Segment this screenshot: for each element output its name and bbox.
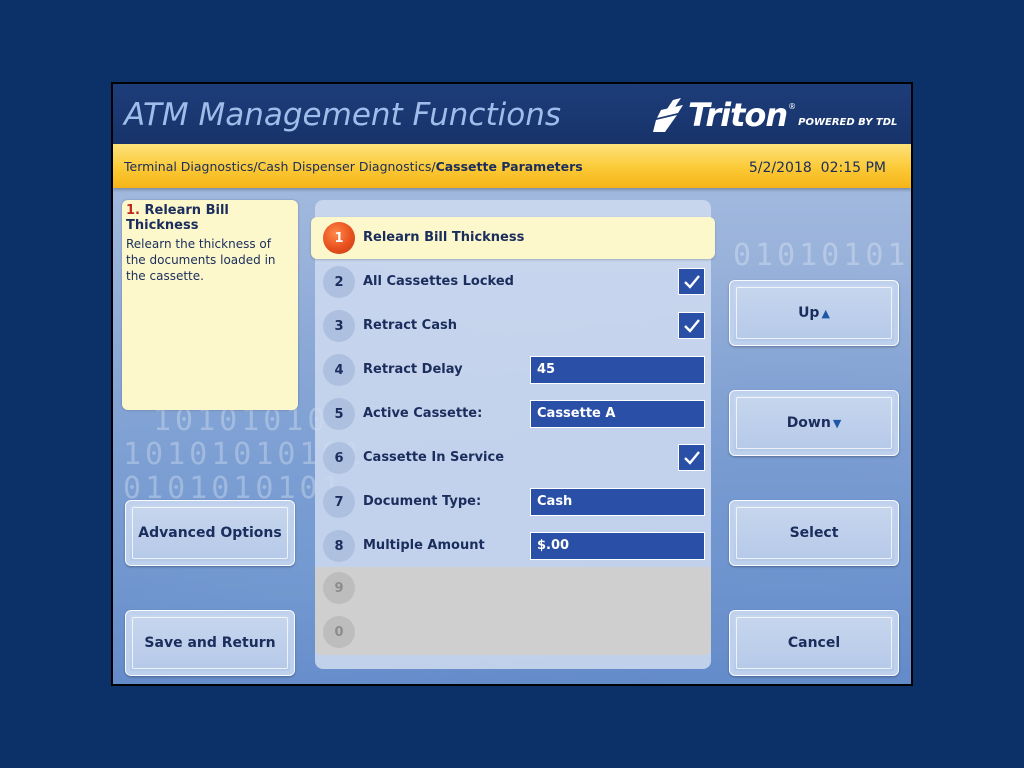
menu-item-all-cassettes-locked[interactable]: 2 All Cassettes Locked	[315, 260, 711, 304]
advanced-options-label: Advanced Options	[138, 525, 282, 541]
document-type-field[interactable]: Cash	[530, 488, 705, 516]
menu-item-number: 8	[323, 530, 355, 562]
down-arrow-icon: ▼	[832, 416, 842, 430]
menu-item-label: Document Type:	[363, 494, 482, 509]
help-title-text: Relearn Bill Thickness	[126, 203, 229, 233]
retract-delay-field[interactable]: 45	[530, 356, 705, 384]
breadcrumb: Terminal Diagnostics/Cash Dispenser Diag…	[124, 159, 583, 174]
disabled-rows-area: 9 0	[315, 567, 711, 655]
date-time: 5/2/2018 02:15 PM	[748, 160, 886, 176]
menu-item-number-disabled: 9	[323, 572, 355, 604]
up-button[interactable]: Up ▲	[729, 280, 899, 346]
breadcrumb-bar: Terminal Diagnostics/Cash Dispenser Diag…	[113, 144, 911, 188]
logo-powered-by: POWERED BY TDL	[798, 117, 898, 128]
logo-text: Triton	[688, 96, 788, 134]
atm-screen: 10101010 10101010101 0101010101 01010101…	[113, 84, 911, 684]
select-label: Select	[789, 525, 839, 541]
background-binary-pattern: 0101010101	[733, 238, 911, 273]
up-arrow-icon: ▲	[821, 306, 830, 320]
cancel-button[interactable]: Cancel	[729, 610, 899, 676]
down-label: Down	[786, 415, 831, 431]
title-bar: ATM Management Functions Triton ® POWERE…	[113, 84, 911, 144]
menu-item-number: 1	[323, 222, 355, 254]
menu-item-number: 3	[323, 310, 355, 342]
menu-item-number: 6	[323, 442, 355, 474]
menu-item-label: All Cassettes Locked	[363, 274, 514, 289]
save-and-return-button[interactable]: Save and Return	[125, 610, 295, 676]
retract-cash-checkbox[interactable]	[678, 312, 705, 339]
menu-item-number: 2	[323, 266, 355, 298]
menu-item-label: Relearn Bill Thickness	[363, 230, 525, 245]
triton-logo-icon	[653, 98, 683, 132]
help-description: Relearn the thickness of the documents l…	[126, 237, 276, 283]
menu-item-label: Retract Cash	[363, 318, 457, 333]
up-label: Up	[798, 305, 820, 321]
cancel-label: Cancel	[787, 635, 841, 651]
menu-item-retract-delay[interactable]: 4 Retract Delay 45	[315, 348, 711, 392]
all-cassettes-locked-checkbox[interactable]	[678, 268, 705, 295]
logo-registered-mark: ®	[788, 102, 797, 111]
menu-item-number: 5	[323, 398, 355, 430]
help-number: 1.	[126, 203, 140, 218]
menu-item-retract-cash[interactable]: 3 Retract Cash	[315, 304, 711, 348]
save-and-return-label: Save and Return	[144, 635, 276, 651]
menu-item-label: Retract Delay	[363, 362, 463, 377]
menu-item-label: Cassette In Service	[363, 450, 505, 465]
page-title: ATM Management Functions	[124, 97, 561, 133]
multiple-amount-field[interactable]: $.00	[530, 532, 705, 560]
menu-item-cassette-in-service[interactable]: 6 Cassette In Service	[315, 436, 711, 480]
select-button[interactable]: Select	[729, 500, 899, 566]
cassette-in-service-checkbox[interactable]	[678, 444, 705, 471]
checkmark-icon	[683, 450, 700, 465]
checkmark-icon	[683, 318, 700, 333]
help-box: 1. Relearn Bill Thickness Relearn the th…	[122, 200, 298, 410]
menu-item-relearn-bill-thickness[interactable]: 1 Relearn Bill Thickness	[311, 217, 715, 259]
menu-item-number-disabled: 0	[323, 616, 355, 648]
advanced-options-button[interactable]: Advanced Options	[125, 500, 295, 566]
menu-item-active-cassette[interactable]: 5 Active Cassette: Cassette A	[315, 392, 711, 436]
menu-item-number: 4	[323, 354, 355, 386]
checkmark-icon	[683, 274, 700, 289]
triton-logo: Triton ® POWERED BY TDL	[653, 96, 897, 132]
menu-item-multiple-amount[interactable]: 8 Multiple Amount $.00	[315, 524, 711, 568]
breadcrumb-current: Cassette Parameters	[435, 159, 583, 174]
down-button[interactable]: Down ▼	[729, 390, 899, 456]
menu-item-label: Multiple Amount	[363, 538, 485, 553]
menu-item-document-type[interactable]: 7 Document Type: Cash	[315, 480, 711, 524]
menu-item-number: 7	[323, 486, 355, 518]
breadcrumb-path: Terminal Diagnostics/Cash Dispenser Diag…	[124, 159, 436, 174]
help-title: 1. Relearn Bill Thickness	[126, 203, 294, 233]
atm-screen-frame: 10101010 10101010101 0101010101 01010101…	[111, 82, 913, 686]
options-panel: 1 Relearn Bill Thickness 2 All Cassettes…	[311, 200, 715, 669]
active-cassette-field[interactable]: Cassette A	[530, 400, 705, 428]
menu-item-label: Active Cassette:	[363, 406, 483, 421]
